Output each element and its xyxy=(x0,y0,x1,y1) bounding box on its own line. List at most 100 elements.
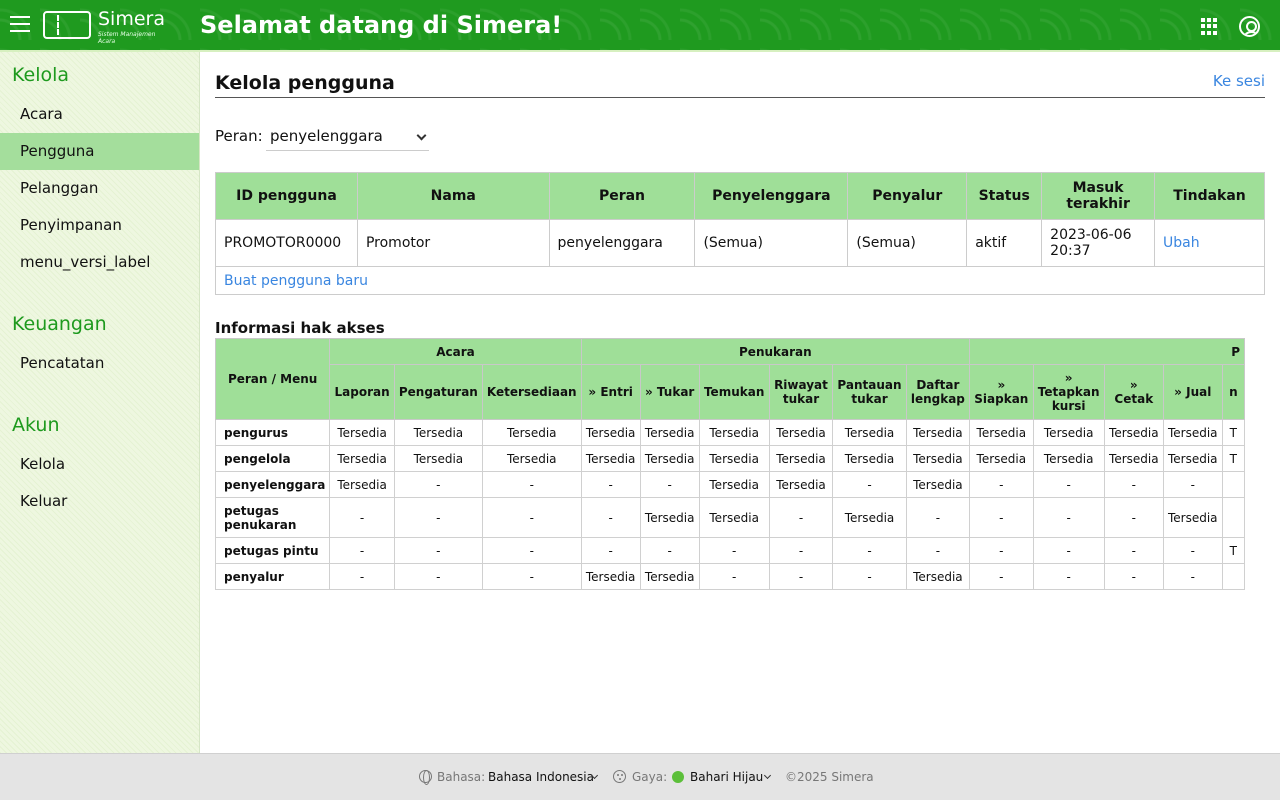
access-cell: - xyxy=(481,471,582,498)
access-cell: Tersedia xyxy=(768,445,834,472)
access-cell: - xyxy=(481,497,582,538)
create-user-link[interactable]: Buat pengguna baru xyxy=(215,266,1265,295)
access-cell: Tersedia xyxy=(1162,497,1223,538)
access-cell: Tersedia xyxy=(1103,445,1164,472)
users-table: ID pengguna Nama Peran Penyelenggara Pen… xyxy=(215,172,1265,295)
access-cell: Tersedia xyxy=(698,471,770,498)
group-header-penukaran: Penukaran xyxy=(580,338,971,365)
access-cell: Tersedia xyxy=(481,419,582,446)
group-header-next: P xyxy=(969,338,1245,365)
access-cell: - xyxy=(832,471,907,498)
sidebar-item-acara[interactable]: Acara xyxy=(0,96,199,133)
sidebar-item-pengguna[interactable]: Pengguna xyxy=(0,133,199,170)
col-header: Status xyxy=(966,172,1043,220)
access-cell: - xyxy=(1162,537,1223,564)
new-user-row: Buat pengguna baru xyxy=(215,266,1265,295)
access-cell: Tersedia xyxy=(639,497,700,538)
hamburger-menu-icon[interactable] xyxy=(10,16,30,34)
access-cell: T xyxy=(1221,445,1245,472)
access-table-body: pengurus Tersedia Tersedia Tersedia Tersedia… xyxy=(215,419,1245,590)
sidebar-item-pelanggan[interactable]: Pelanggan xyxy=(0,170,199,207)
sidebar-item-pencatatan[interactable]: Pencatatan xyxy=(0,345,199,382)
theme-color-dot xyxy=(672,771,684,783)
sidebar-item-keluar[interactable]: Keluar xyxy=(0,483,199,520)
access-cell: - xyxy=(1103,471,1164,498)
access-cell: Tersedia xyxy=(832,419,907,446)
apps-grid-icon[interactable] xyxy=(1201,18,1218,35)
globe-icon xyxy=(419,770,432,785)
access-cell: - xyxy=(969,497,1034,538)
access-cell: - xyxy=(1032,537,1105,564)
style-select[interactable]: Bahari Hijau xyxy=(690,770,776,784)
table-row: pengelola Tersedia Tersedia Tersedia Tersedi… xyxy=(215,445,1245,472)
access-cell: - xyxy=(969,471,1034,498)
access-cell: - xyxy=(1103,497,1164,538)
access-cell: - xyxy=(393,471,483,498)
access-cell: - xyxy=(969,537,1034,564)
corner-header: Peran / Menu xyxy=(215,338,331,420)
sidebar-item-versi[interactable]: menu_versi_label xyxy=(0,244,199,281)
access-cell xyxy=(1221,497,1245,538)
access-cell: Tersedia xyxy=(580,563,641,590)
sidebar-group-keuangan: Keuangan xyxy=(12,313,107,335)
app-logo[interactable]: Simera Sistem Manajemen Acara xyxy=(43,8,173,45)
access-cell: - xyxy=(481,537,582,564)
access-column-header: » Entri xyxy=(580,364,641,420)
access-group-header-row: Peran / Menu Acara Penukaran P xyxy=(215,338,1245,420)
access-column-header: Ketersediaan xyxy=(481,364,582,420)
access-column-header: Riwayat tukar xyxy=(768,364,834,420)
user-account-icon[interactable] xyxy=(1239,16,1260,37)
chevron-down-icon xyxy=(763,771,772,780)
app-header: Simera Sistem Manajemen Acara Selamat da… xyxy=(0,0,1280,52)
access-cell: - xyxy=(768,497,834,538)
col-header: Penyelenggara xyxy=(694,172,849,220)
access-cell: Tersedia xyxy=(329,445,395,472)
access-cell: - xyxy=(1162,563,1223,590)
users-table-header: ID pengguna Nama Peran Penyelenggara Pen… xyxy=(215,172,1265,220)
language-label: Bahasa: xyxy=(437,770,486,784)
access-cell: Tersedia xyxy=(905,419,971,446)
access-cell: - xyxy=(905,497,971,538)
cell-role: penyelenggara xyxy=(548,219,696,267)
access-cell: - xyxy=(832,563,907,590)
access-cell: - xyxy=(580,471,641,498)
logo-name: Simera xyxy=(98,8,165,30)
access-cell: - xyxy=(329,563,395,590)
table-row: pengurus Tersedia Tersedia Tersedia Tersedia… xyxy=(215,419,1245,446)
page-heading: Selamat datang di Simera! xyxy=(200,11,563,39)
access-cell: - xyxy=(393,563,483,590)
sidebar-item-penyimpanan[interactable]: Penyimpanan xyxy=(0,207,199,244)
access-cell: Tersedia xyxy=(969,445,1034,472)
to-session-link[interactable]: Ke sesi xyxy=(1213,72,1265,90)
access-table-scroll[interactable]: Peran / Menu Acara Penukaran P Laporan Pe… xyxy=(215,338,1245,592)
access-cell: Tersedia xyxy=(1162,419,1223,446)
copyright: ©2025 Simera xyxy=(785,770,874,784)
access-column-header: Temukan xyxy=(698,364,770,420)
access-cell: Tersedia xyxy=(905,445,971,472)
access-column-header: Pantauan tukar xyxy=(832,364,907,420)
access-column-header: » Siapkan xyxy=(969,364,1034,420)
access-cell: Tersedia xyxy=(1162,445,1223,472)
page-title: Kelola pengguna xyxy=(215,72,395,94)
access-cell: Tersedia xyxy=(832,445,907,472)
access-cell: Tersedia xyxy=(639,419,700,446)
access-cell: - xyxy=(698,563,770,590)
cell-name: Promotor xyxy=(356,219,550,267)
language-select[interactable]: Bahasa Indonesia xyxy=(488,770,604,784)
cell-status: aktif xyxy=(966,219,1043,267)
table-row: PROMOTOR0000 Promotor penyelenggara (Sem… xyxy=(215,219,1265,267)
access-cell: Tersedia xyxy=(698,419,770,446)
edit-user-link[interactable]: Ubah xyxy=(1154,219,1265,267)
sidebar-group-kelola: Kelola xyxy=(12,64,70,86)
role-filter-select[interactable]: penyelenggara xyxy=(266,121,429,151)
access-role-name: penyalur xyxy=(215,563,331,590)
sidebar-item-kelola-akun[interactable]: Kelola xyxy=(0,446,199,483)
access-cell: - xyxy=(969,563,1034,590)
access-role-name: petugas pintu xyxy=(215,537,331,564)
access-cell: - xyxy=(393,497,483,538)
access-cell: Tersedia xyxy=(580,419,641,446)
sidebar: Kelola Acara Pengguna Pelanggan Penyimpa… xyxy=(0,52,200,753)
access-cell: Tersedia xyxy=(1032,445,1105,472)
access-cell: - xyxy=(1032,497,1105,538)
access-cell: - xyxy=(1032,563,1105,590)
